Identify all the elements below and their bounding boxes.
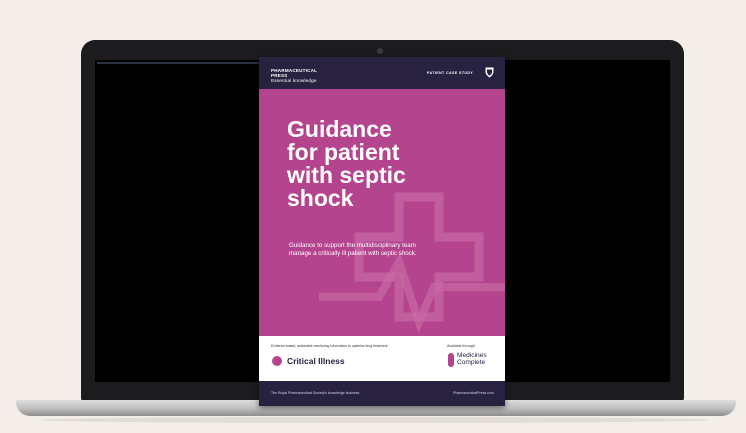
mc-line1: Medicines xyxy=(457,352,487,359)
footer-website-link[interactable]: PharmaceuticalPress.com xyxy=(453,391,494,395)
critical-illness-badge-icon xyxy=(272,356,282,366)
footer-left-text: The Royal Pharmaceutical Society's knowl… xyxy=(271,391,360,395)
available-through-label: Available through xyxy=(447,344,475,348)
cover-footer: The Royal Pharmaceutical Society's knowl… xyxy=(259,381,505,406)
title-line: for patient xyxy=(287,139,400,165)
medicines-complete-logo-icon xyxy=(448,353,454,367)
series-name: Critical Illness xyxy=(287,356,345,366)
cover-title: Guidance for patient with septic shock xyxy=(287,118,487,210)
book-cover[interactable]: PHARMACEUTICAL PRESS Essential knowledge… xyxy=(259,57,505,406)
case-study-label: PATIENT CASE STUDY xyxy=(427,71,474,75)
publisher-logo: PHARMACEUTICAL PRESS Essential knowledge xyxy=(271,68,317,83)
cover-description: Guidance to support the multidisciplinar… xyxy=(289,242,417,257)
title-line: shock xyxy=(287,185,354,211)
laptop-shadow xyxy=(40,417,710,423)
cover-header: PHARMACEUTICAL PRESS Essential knowledge… xyxy=(259,57,505,89)
publisher-tagline: Essential knowledge xyxy=(271,78,317,83)
webcam-icon xyxy=(377,48,383,54)
cover-bottom-panel: Evidence-based, actionable monitoring in… xyxy=(259,336,505,381)
title-line: Guidance xyxy=(287,116,392,142)
screen-highlight xyxy=(97,62,261,64)
shield-crest-icon xyxy=(485,67,494,78)
mc-line2: Complete xyxy=(457,359,486,366)
bottom-note: Evidence-based, actionable monitoring in… xyxy=(271,344,388,348)
medicines-complete-label: Medicines Complete xyxy=(457,352,487,366)
title-line: with septic xyxy=(287,162,406,188)
